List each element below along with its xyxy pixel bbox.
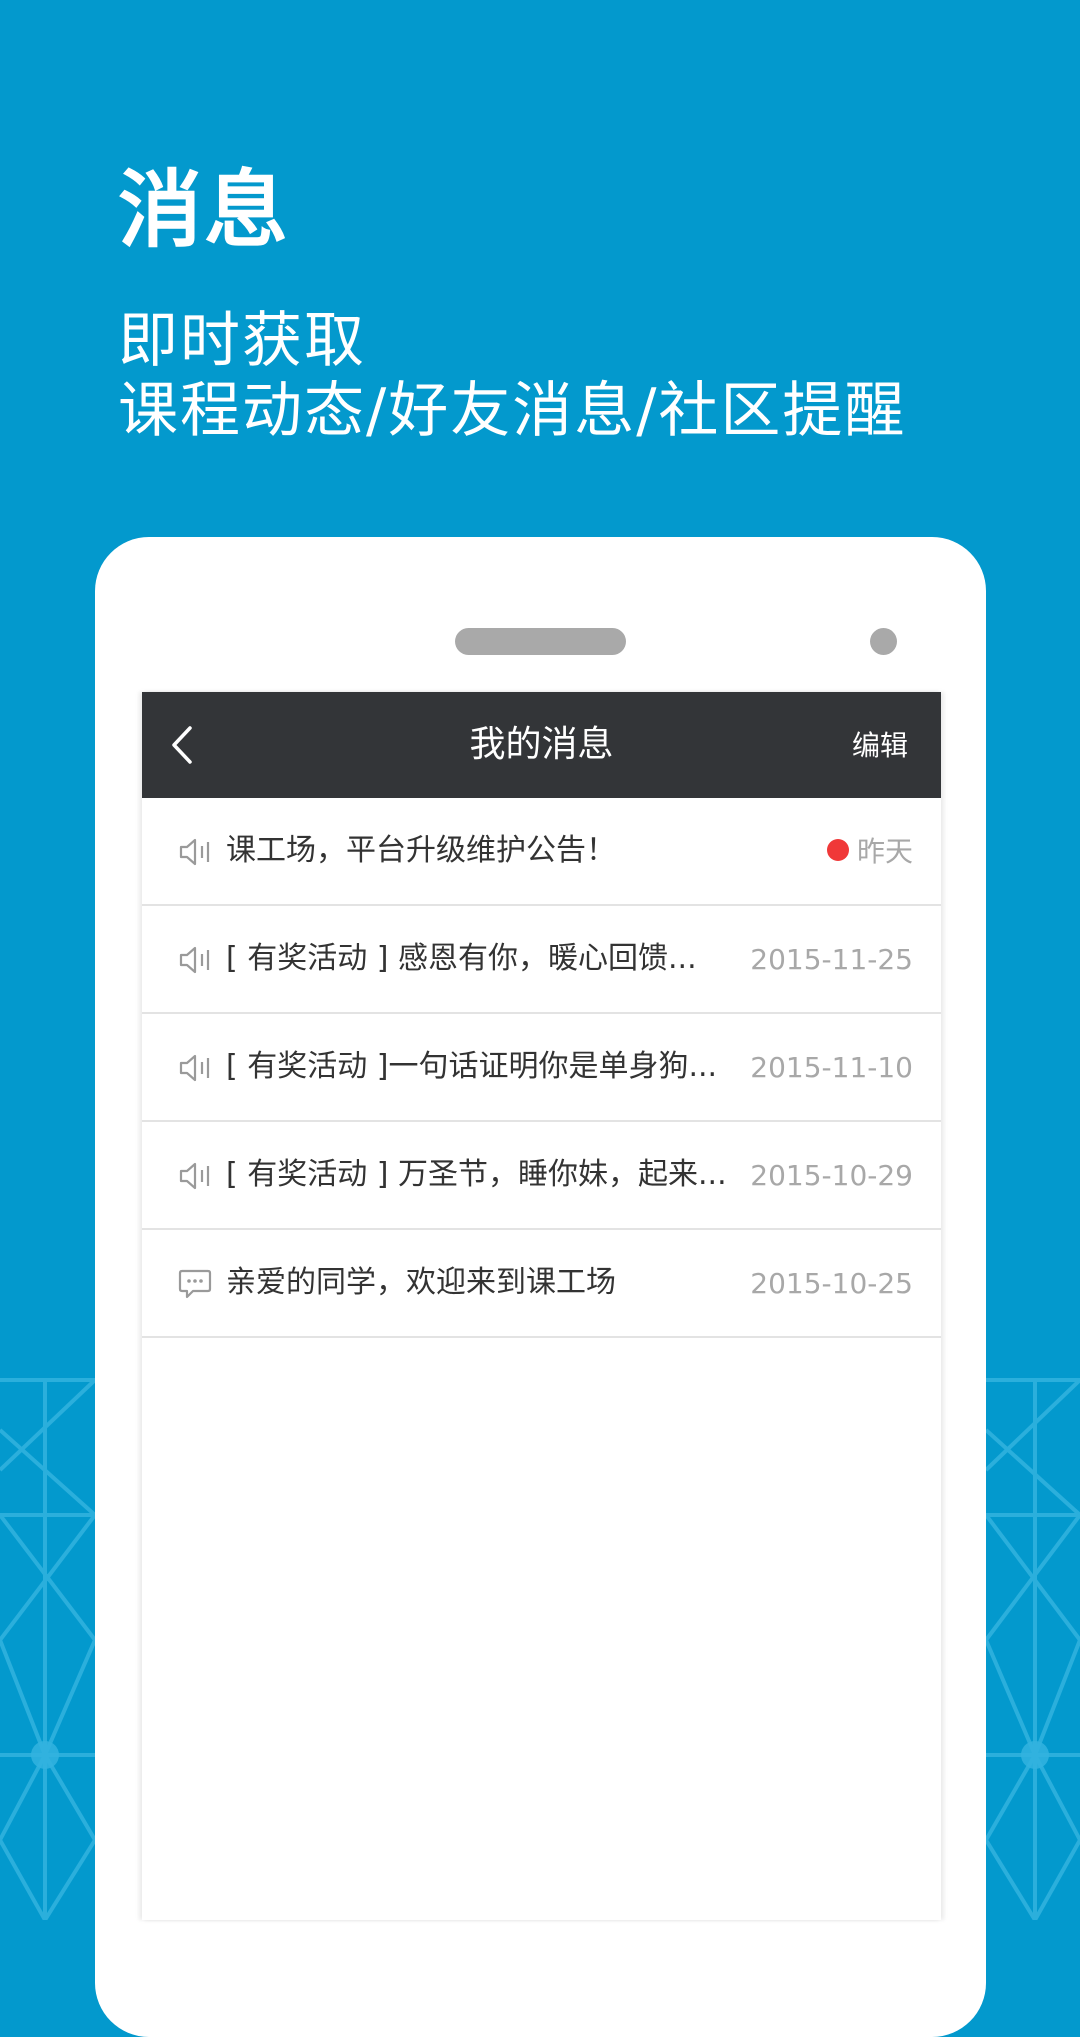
- promo-title: 消息: [118, 161, 291, 259]
- message-list: 课工场，平台升级维护公告！ 昨天 [ 有奖活动 ] 感恩有你，暖心回馈... 2…: [142, 798, 941, 1338]
- message-date: 2015-11-10: [750, 1051, 913, 1084]
- phone-speaker: [455, 628, 626, 655]
- phone-screen: 我的消息 编辑 课工场，平台升级维护公告！ 昨天 [ 有奖活动 ] 感恩有你，暖…: [142, 692, 941, 1920]
- message-date: 2015-11-25: [750, 943, 913, 976]
- message-date: 昨天: [826, 798, 913, 906]
- promo-subtitle-line-2: 课程动态/好友消息/社区提醒: [118, 376, 907, 446]
- message-text: 课工场，平台升级维护公告！: [226, 833, 616, 868]
- message-text: [ 有奖活动 ]一句话证明你是单身狗...: [226, 1049, 718, 1084]
- speaker-icon: [179, 838, 210, 866]
- chat-bubble-icon: [178, 1269, 212, 1299]
- message-item[interactable]: [ 有奖活动 ] 感恩有你，暖心回馈... 2015-11-25: [142, 906, 941, 1014]
- message-date: 2015-10-25: [750, 1267, 913, 1300]
- nav-bar: 我的消息 编辑: [142, 692, 941, 798]
- message-item[interactable]: [ 有奖活动 ]一句话证明你是单身狗... 2015-11-10: [142, 1014, 941, 1122]
- message-text: [ 有奖活动 ] 感恩有你，暖心回馈...: [226, 941, 697, 976]
- speaker-icon: [179, 1054, 210, 1082]
- speaker-icon: [179, 1162, 210, 1190]
- message-text: 亲爱的同学，欢迎来到课工场: [226, 1265, 616, 1300]
- speaker-icon: [179, 946, 210, 974]
- message-item[interactable]: 课工场，平台升级维护公告！ 昨天: [142, 798, 941, 906]
- message-item[interactable]: [ 有奖活动 ] 万圣节，睡你妹，起来... 2015-10-29: [142, 1122, 941, 1230]
- phone-camera: [870, 628, 897, 655]
- message-text: [ 有奖活动 ] 万圣节，睡你妹，起来...: [226, 1157, 727, 1192]
- message-date-text: 昨天: [856, 835, 913, 868]
- edit-button[interactable]: 编辑: [852, 692, 908, 798]
- page-title: 我的消息: [469, 724, 614, 765]
- message-date: 2015-10-29: [750, 1159, 913, 1192]
- unread-dot: [826, 839, 849, 861]
- message-item[interactable]: 亲爱的同学，欢迎来到课工场 2015-10-25: [142, 1230, 941, 1338]
- promo-subtitle-line-1: 即时获取: [118, 306, 366, 376]
- promo-subtitle: 即时获取 课程动态/好友消息/社区提醒: [118, 306, 906, 446]
